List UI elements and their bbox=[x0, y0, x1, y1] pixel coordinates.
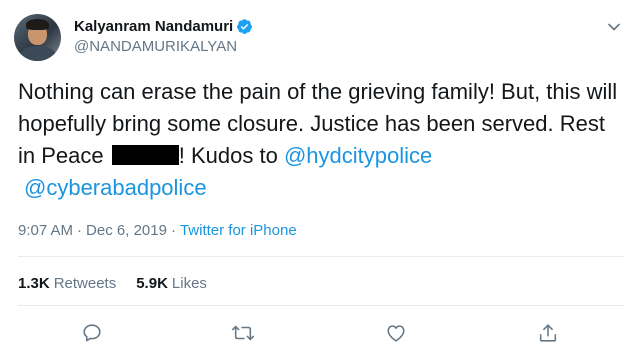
retweets-count: 1.3K bbox=[18, 275, 50, 292]
tweet-stats: 1.3K Retweets 5.9K Likes bbox=[18, 275, 227, 292]
tweet-text-part2: ! Kudos to bbox=[178, 143, 278, 168]
mention-hydcitypolice[interactable]: @hydcitypolice bbox=[284, 143, 432, 168]
tweet-text: Nothing can erase the pain of the grievi… bbox=[18, 76, 628, 204]
author-handle[interactable]: @NANDAMURIKALYAN bbox=[74, 38, 237, 55]
divider bbox=[18, 256, 624, 257]
retweets-label: Retweets bbox=[53, 275, 117, 292]
tweet-time[interactable]: 9:07 AM bbox=[18, 222, 73, 239]
heart-icon[interactable] bbox=[383, 320, 409, 346]
retweets-stat[interactable]: 1.3K Retweets bbox=[18, 275, 116, 292]
avatar[interactable] bbox=[14, 14, 61, 61]
tweet-card: Kalyanram Nandamuri @NANDAMURIKALYAN Not… bbox=[0, 0, 640, 362]
reply-icon[interactable] bbox=[79, 320, 105, 346]
share-icon[interactable] bbox=[535, 320, 561, 346]
meta-separator: · bbox=[170, 222, 176, 239]
action-bar bbox=[0, 320, 640, 348]
tweet-meta: 9:07 AM · Dec 6, 2019 · Twitter for iPhone bbox=[18, 222, 297, 239]
mention-cyberabadpolice[interactable]: @cyberabadpolice bbox=[24, 172, 207, 204]
likes-stat[interactable]: 5.9K Likes bbox=[136, 275, 207, 292]
tweet-source-link[interactable]: Twitter for iPhone bbox=[180, 222, 297, 239]
tweet-date[interactable]: Dec 6, 2019 bbox=[86, 222, 167, 239]
retweet-icon[interactable] bbox=[230, 320, 256, 346]
author-name-row: Kalyanram Nandamuri bbox=[74, 16, 253, 36]
chevron-down-icon[interactable] bbox=[605, 18, 623, 36]
redacted-block bbox=[111, 145, 179, 165]
author-display-name[interactable]: Kalyanram Nandamuri bbox=[74, 18, 233, 35]
divider bbox=[18, 305, 624, 306]
meta-separator: · bbox=[77, 222, 83, 239]
likes-count: 5.9K bbox=[136, 275, 168, 292]
likes-label: Likes bbox=[171, 275, 207, 292]
verified-badge-icon bbox=[236, 18, 253, 35]
